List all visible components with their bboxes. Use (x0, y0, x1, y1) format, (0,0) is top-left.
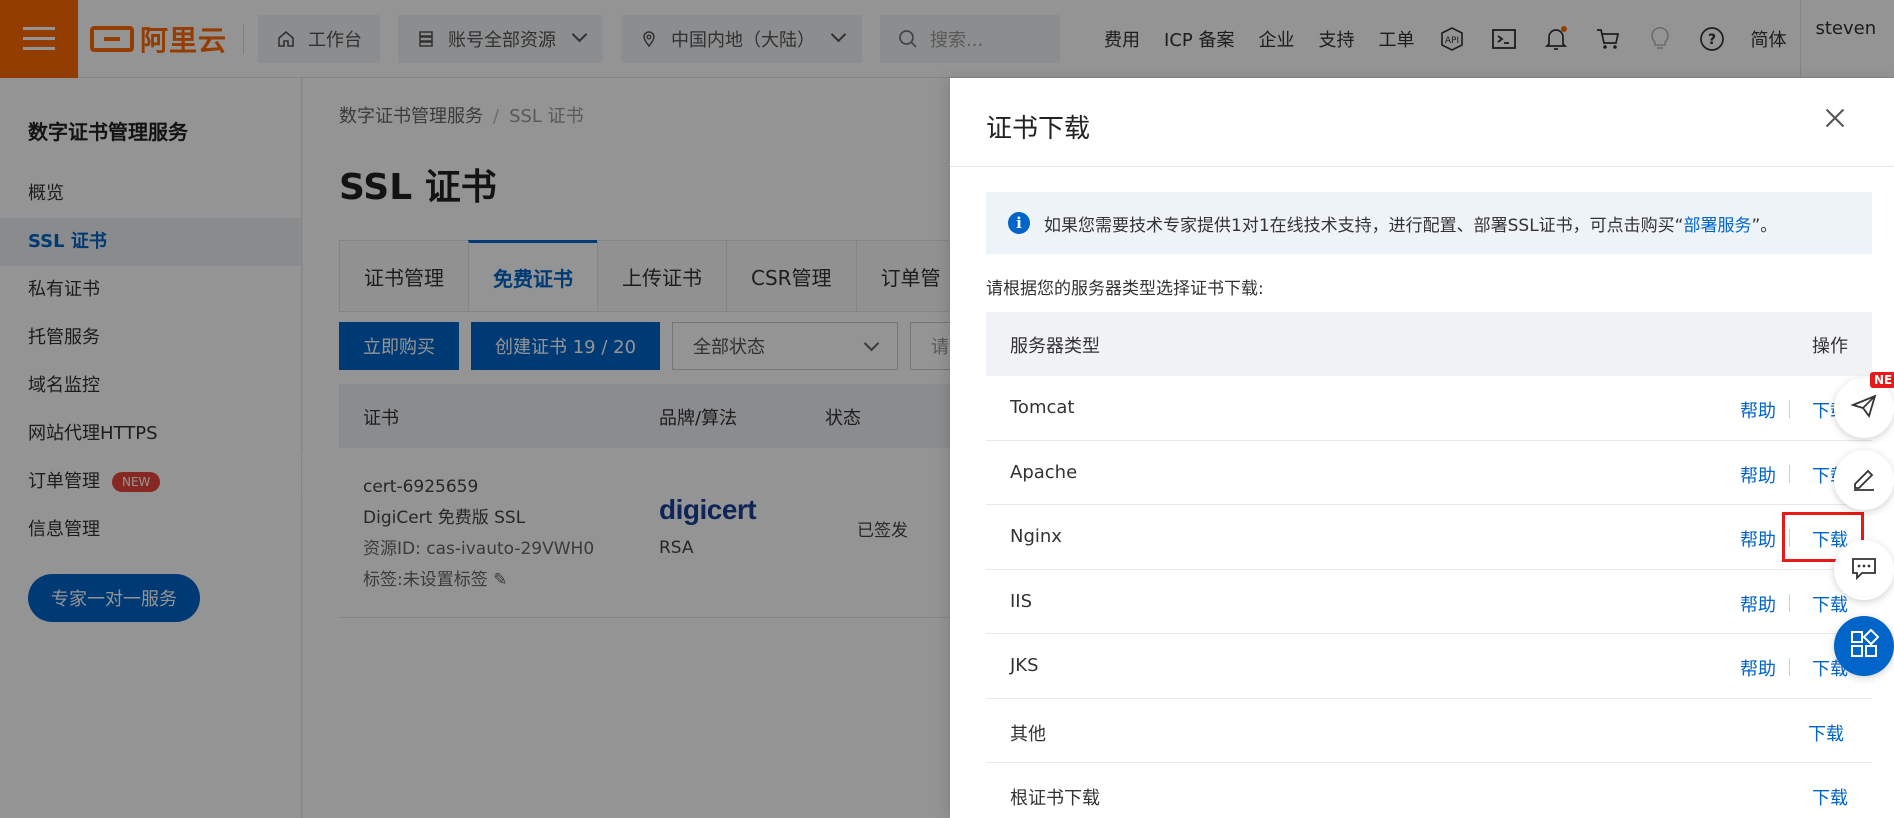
deploy-service-link[interactable]: 部署服务 (1684, 211, 1752, 236)
divider (1789, 400, 1790, 418)
column-header-server-type: 服务器类型 (1010, 336, 1100, 357)
info-text: 如果您需要技术专家提供1对1在线技术支持，进行配置、部署SSL证书，可点击购买“ (1044, 215, 1684, 236)
help-link[interactable]: 帮助 (1740, 462, 1776, 488)
server-name: Apache (1010, 461, 1078, 483)
help-link[interactable]: 帮助 (1740, 397, 1776, 423)
table-row-tomcat: Tomcat 帮助 下载 (986, 376, 1872, 441)
divider (1789, 658, 1790, 676)
table-row-apache: Apache 帮助 下载 (986, 441, 1872, 505)
server-name: IIS (1010, 590, 1033, 612)
divider (1789, 464, 1790, 483)
chat-icon (1850, 554, 1878, 587)
new-badge: NE (1870, 372, 1894, 388)
help-link[interactable]: 帮助 (1740, 655, 1776, 681)
edit-float-button[interactable] (1834, 450, 1894, 510)
server-name: Nginx (1010, 526, 1062, 547)
table-row-iis: IIS 帮助 下载 (986, 570, 1872, 634)
chat-float-button[interactable] (1834, 540, 1894, 600)
download-link[interactable]: 下载 (1808, 720, 1844, 746)
grid-icon (1849, 628, 1880, 664)
certificate-download-drawer: 证书下载 i 如果您需要技术专家提供1对1在线技术支持，进行配置、部署SSL证书… (950, 78, 1894, 818)
table-row-root-certificate: 根证书下载 下载 (986, 763, 1872, 818)
server-type-instruction: 请根据您的服务器类型选择证书下载: (986, 279, 1264, 299)
info-notice: i 如果您需要技术专家提供1对1在线技术支持，进行配置、部署SSL证书，可点击购… (986, 192, 1872, 254)
download-link[interactable]: 下载 (1812, 784, 1848, 810)
server-name: Tomcat (1010, 397, 1075, 418)
apps-float-button[interactable] (1834, 616, 1894, 676)
server-name: 根证书下载 (1010, 788, 1100, 809)
column-header-action: 操作 (1812, 336, 1848, 357)
info-suffix: ”。 (1751, 215, 1778, 236)
server-name: JKS (1010, 655, 1039, 676)
table-row-nginx: Nginx 帮助 下载 (986, 505, 1872, 570)
close-icon[interactable] (1820, 104, 1850, 134)
server-name: 其他 (1010, 723, 1046, 745)
download-table: 服务器类型 操作 Tomcat 帮助 下载 Apache 帮助 下载 Nginx… (986, 312, 1872, 818)
download-link[interactable]: 下载 (1812, 591, 1848, 617)
help-link[interactable]: 帮助 (1740, 526, 1776, 552)
drawer-header: 证书下载 (950, 78, 1894, 167)
paper-plane-icon (1850, 392, 1878, 425)
help-link[interactable]: 帮助 (1740, 591, 1776, 617)
drawer-title: 证书下载 (986, 114, 1091, 144)
table-row-other: 其他 下载 (986, 699, 1872, 763)
info-icon: i (1008, 212, 1030, 234)
table-row-jks: JKS 帮助 下载 (986, 634, 1872, 699)
divider (1789, 593, 1790, 612)
pencil-icon (1850, 464, 1878, 497)
table-header: 服务器类型 操作 (986, 312, 1872, 376)
